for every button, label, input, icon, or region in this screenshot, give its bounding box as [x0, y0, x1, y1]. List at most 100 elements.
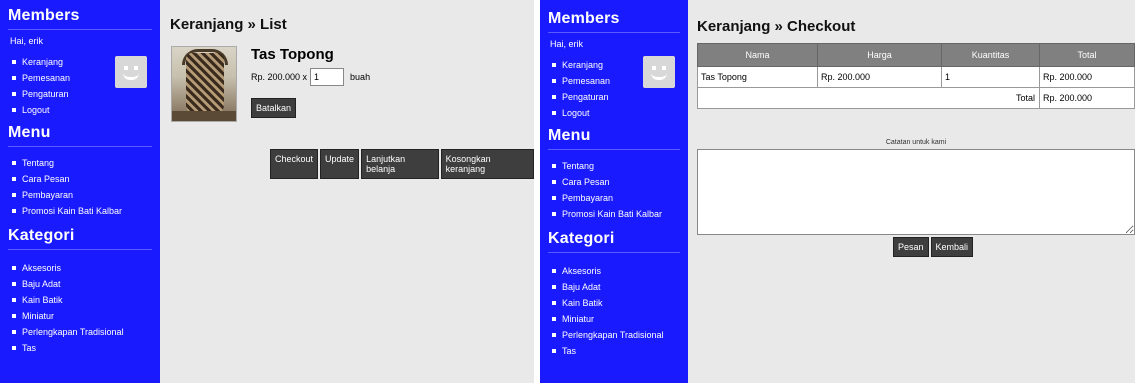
menu-heading: Menu: [548, 127, 680, 150]
square-bullet-icon: [552, 349, 556, 353]
square-bullet-icon: [552, 196, 556, 200]
category-item-kain-batik[interactable]: Kain Batik: [552, 295, 688, 311]
square-bullet-icon: [12, 266, 16, 270]
quantity-input[interactable]: [310, 68, 345, 86]
square-bullet-icon: [552, 79, 556, 83]
category-item-perlengkapan[interactable]: Perlengkapan Tradisional: [12, 324, 160, 340]
sidebar-item-pembayaran[interactable]: Pembayaran: [12, 187, 160, 203]
square-bullet-icon: [552, 95, 556, 99]
category-item-baju-adat[interactable]: Baju Adat: [552, 279, 688, 295]
square-bullet-icon: [552, 301, 556, 305]
table-row: Tas Topong Rp. 200.000 1 Rp. 200.000: [697, 66, 1135, 88]
sidebar-item-logout[interactable]: Logout: [12, 102, 160, 118]
square-bullet-icon: [552, 333, 556, 337]
page-title: Keranjang » Checkout: [697, 18, 856, 35]
square-bullet-icon: [12, 161, 16, 165]
square-bullet-icon: [12, 108, 16, 112]
sidebar-item-cara-pesan[interactable]: Cara Pesan: [12, 171, 160, 187]
column-header-kuantitas: Kuantitas: [941, 43, 1040, 67]
square-bullet-icon: [552, 317, 556, 321]
greeting: Hai, erik: [10, 36, 44, 46]
category-item-tas[interactable]: Tas: [552, 343, 688, 359]
sidebar: Members Hai, erik Keranjang Pemesanan Pe…: [540, 0, 688, 383]
order-button[interactable]: Pesan: [893, 237, 929, 257]
cell-harga: Rp. 200.000: [817, 66, 942, 88]
members-heading: Members: [8, 7, 152, 30]
sidebar-item-pengaturan[interactable]: Pengaturan: [552, 89, 688, 105]
total-label: Total: [697, 87, 1040, 109]
quantity-row: Rp. 200.000 x buah: [251, 68, 370, 86]
square-bullet-icon: [552, 269, 556, 273]
cancel-button[interactable]: Batalkan: [251, 98, 297, 118]
category-menu: Aksesoris Baju Adat Kain Batik Miniatur …: [12, 260, 160, 356]
checkout-actions: Pesan Kembali: [893, 237, 974, 257]
sidebar: Members Hai, erik Keranjang Pemesanan Pe…: [0, 0, 160, 383]
category-heading: Kategori: [8, 227, 152, 250]
category-menu: Aksesoris Baju Adat Kain Batik Miniatur …: [552, 263, 688, 359]
cell-kuantitas: 1: [941, 66, 1040, 88]
square-bullet-icon: [12, 76, 16, 80]
square-bullet-icon: [552, 180, 556, 184]
category-item-kain-batik[interactable]: Kain Batik: [12, 292, 160, 308]
category-item-miniatur[interactable]: Miniatur: [552, 311, 688, 327]
smiley-avatar-icon: [115, 56, 147, 88]
continue-shopping-button[interactable]: Lanjutkan belanja: [361, 149, 439, 179]
column-header-harga: Harga: [817, 43, 942, 67]
checkout-button[interactable]: Checkout: [270, 149, 319, 179]
cart-list-view: Members Hai, erik Keranjang Pemesanan Pe…: [0, 0, 534, 383]
category-item-baju-adat[interactable]: Baju Adat: [12, 276, 160, 292]
price-text: Rp. 200.000 x: [251, 72, 308, 82]
smiley-avatar-icon: [643, 56, 675, 88]
sidebar-item-logout[interactable]: Logout: [552, 105, 688, 121]
product-name: Tas Topong: [251, 46, 334, 63]
unit-label: buah: [350, 72, 371, 82]
square-bullet-icon: [12, 177, 16, 181]
update-button[interactable]: Update: [320, 149, 360, 179]
menu-heading: Menu: [8, 124, 152, 147]
info-menu: Tentang Cara Pesan Pembayaran Promosi Ka…: [552, 158, 688, 222]
square-bullet-icon: [552, 111, 556, 115]
square-bullet-icon: [12, 346, 16, 350]
square-bullet-icon: [552, 164, 556, 168]
sidebar-item-pengaturan[interactable]: Pengaturan: [12, 86, 160, 102]
category-item-aksesoris[interactable]: Aksesoris: [12, 260, 160, 276]
members-heading: Members: [548, 10, 680, 33]
cell-total: Rp. 200.000: [1039, 66, 1135, 88]
category-heading: Kategori: [548, 230, 680, 253]
sidebar-item-promosi[interactable]: Promosi Kain Bati Kalbar: [12, 203, 160, 219]
square-bullet-icon: [12, 282, 16, 286]
notes-label: Catatan untuk kami: [885, 139, 947, 146]
square-bullet-icon: [12, 60, 16, 64]
square-bullet-icon: [12, 330, 16, 334]
column-header-total: Total: [1039, 43, 1135, 67]
sidebar-item-tentang[interactable]: Tentang: [12, 155, 160, 171]
square-bullet-icon: [552, 63, 556, 67]
back-button[interactable]: Kembali: [930, 237, 974, 257]
cart-actions: Checkout Update Lanjutkan belanja Kosong…: [270, 149, 534, 179]
category-item-aksesoris[interactable]: Aksesoris: [552, 263, 688, 279]
table-header-row: Nama Harga Kuantitas Total: [697, 43, 1135, 67]
category-item-miniatur[interactable]: Miniatur: [12, 308, 160, 324]
category-item-tas[interactable]: Tas: [12, 340, 160, 356]
sidebar-item-pembayaran[interactable]: Pembayaran: [552, 190, 688, 206]
sidebar-item-tentang[interactable]: Tentang: [552, 158, 688, 174]
notes-textarea[interactable]: [697, 149, 1135, 235]
total-value: Rp. 200.000: [1039, 87, 1135, 109]
page-title: Keranjang » List: [170, 16, 287, 33]
category-item-perlengkapan[interactable]: Perlengkapan Tradisional: [552, 327, 688, 343]
cell-nama: Tas Topong: [697, 66, 818, 88]
greeting: Hai, erik: [550, 39, 584, 49]
empty-cart-button[interactable]: Kosongkan keranjang: [440, 149, 534, 179]
square-bullet-icon: [12, 193, 16, 197]
sidebar-item-cara-pesan[interactable]: Cara Pesan: [552, 174, 688, 190]
square-bullet-icon: [12, 92, 16, 96]
square-bullet-icon: [12, 209, 16, 213]
product-image: [171, 46, 237, 122]
square-bullet-icon: [552, 212, 556, 216]
sidebar-item-promosi[interactable]: Promosi Kain Bati Kalbar: [552, 206, 688, 222]
checkout-table: Nama Harga Kuantitas Total Tas Topong Rp…: [697, 43, 1135, 109]
info-menu: Tentang Cara Pesan Pembayaran Promosi Ka…: [12, 155, 160, 219]
column-header-nama: Nama: [697, 43, 818, 67]
square-bullet-icon: [552, 285, 556, 289]
square-bullet-icon: [12, 298, 16, 302]
